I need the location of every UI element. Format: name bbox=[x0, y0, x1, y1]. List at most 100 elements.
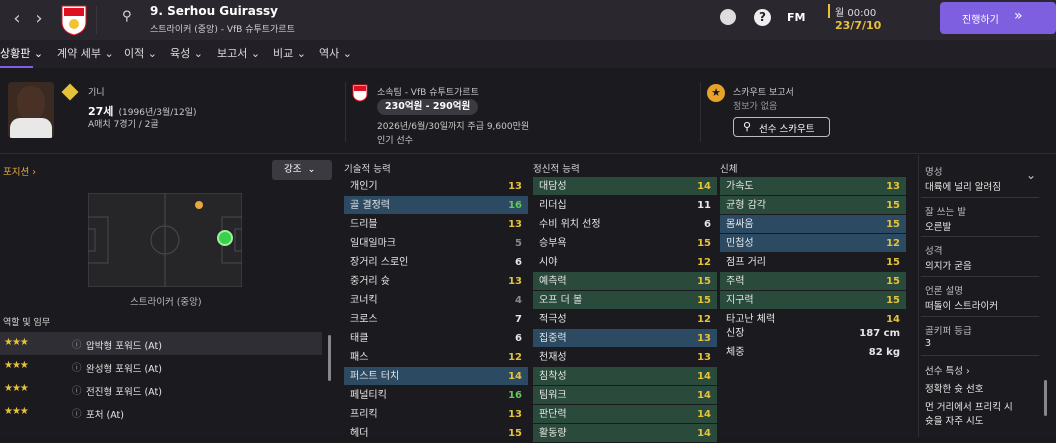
tab-transfer[interactable]: 이적 ⌄ bbox=[124, 40, 157, 68]
continue-label: 진행하기 bbox=[962, 15, 999, 26]
attribute-name: 태클 bbox=[350, 333, 369, 344]
attribute-value: 6 bbox=[704, 219, 711, 230]
attribute-row-physical[interactable]: 몸싸움 15 bbox=[720, 215, 906, 233]
search-icon[interactable]: ⚲ bbox=[122, 9, 132, 24]
technical-title: 기술적 능력 bbox=[344, 164, 391, 175]
role-row[interactable]: ★★★ ⓘ 포처 (At) bbox=[0, 401, 322, 424]
attribute-row-mental[interactable]: 시야 12 bbox=[533, 253, 717, 271]
attribute-value: 11 bbox=[697, 200, 711, 211]
attribute-row-mental[interactable]: 침착성 14 bbox=[533, 367, 717, 385]
attribute-name: 집중력 bbox=[539, 333, 567, 344]
chevron-down-icon[interactable]: ⌄ bbox=[1026, 168, 1036, 182]
continue-button[interactable]: 진행하기 » bbox=[940, 2, 1056, 34]
position-section-title[interactable]: 포지션 › bbox=[3, 164, 36, 178]
attribute-name: 오프 더 볼 bbox=[539, 295, 583, 306]
info-icon[interactable]: ⓘ bbox=[72, 383, 82, 397]
attribute-row-mental[interactable]: 예측력 15 bbox=[533, 272, 717, 290]
attribute-row-physical[interactable]: 지구력 15 bbox=[720, 291, 906, 309]
football-icon[interactable] bbox=[720, 9, 736, 25]
attribute-row-physical[interactable]: 점프 거리 15 bbox=[720, 253, 906, 271]
attribute-value: 5 bbox=[515, 238, 522, 249]
attribute-value: 15 bbox=[886, 276, 900, 287]
attribute-row-technical[interactable]: 패스 12 bbox=[344, 348, 528, 366]
attribute-row-mental[interactable]: 적극성 12 bbox=[533, 310, 717, 328]
attribute-row-physical[interactable]: 균형 감각 15 bbox=[720, 196, 906, 214]
attribute-name: 팀워크 bbox=[539, 390, 567, 401]
tab-compare[interactable]: 비교 ⌄ bbox=[273, 40, 306, 68]
attribute-value: 15 bbox=[697, 276, 711, 287]
tab-reports[interactable]: 보고서 ⌄ bbox=[217, 40, 260, 68]
attribute-row-technical[interactable]: 골 결정력 16 bbox=[344, 196, 528, 214]
fm-menu-button[interactable]: FM bbox=[787, 11, 805, 24]
player-subtitle: 스트라이커 (중앙) - VfB 슈투트가르트 bbox=[150, 25, 295, 35]
info-icon[interactable]: ⓘ bbox=[72, 360, 82, 374]
traits-label[interactable]: 선수 특성 › bbox=[925, 363, 970, 377]
attribute-row-mental[interactable]: 천재성 13 bbox=[533, 348, 717, 366]
attribute-row-mental[interactable]: 승부욕 15 bbox=[533, 234, 717, 252]
game-date: 23/7/10 bbox=[835, 19, 882, 32]
attribute-name: 대담성 bbox=[539, 181, 567, 192]
attribute-value: 13 bbox=[508, 409, 522, 420]
attribute-row-technical[interactable]: 태클 6 bbox=[344, 329, 528, 347]
attribute-row-technical[interactable]: 개인기 13 bbox=[344, 177, 528, 195]
help-icon[interactable]: ? bbox=[754, 9, 771, 26]
info-icon[interactable]: ⓘ bbox=[72, 406, 82, 420]
attribute-value: 15 bbox=[886, 200, 900, 211]
role-row[interactable]: ★★★ ⓘ 완성형 포워드 (At) bbox=[0, 355, 322, 378]
reputation-value: 대륙에 널리 알려짐 bbox=[925, 182, 1001, 193]
attribute-row-technical[interactable]: 중거리 슛 13 bbox=[344, 272, 528, 290]
attribute-value: 13 bbox=[697, 352, 711, 363]
attribute-row-technical[interactable]: 프리킥 13 bbox=[344, 405, 528, 423]
role-row[interactable]: ★★★ ⓘ 전진형 포워드 (At) bbox=[0, 378, 322, 401]
attribute-row-technical[interactable]: 장거리 스로인 6 bbox=[344, 253, 528, 271]
forward-arrow-icon[interactable]: › bbox=[26, 6, 52, 32]
club-crest-icon bbox=[60, 4, 88, 36]
role-row[interactable]: ★★★ ⓘ 압박형 포워드 (At) bbox=[0, 332, 322, 355]
scout-player-button[interactable]: ⚲ 선수 스카우트 bbox=[733, 117, 830, 137]
emphasis-dropdown[interactable]: 강조 ⌄ bbox=[272, 160, 332, 180]
attribute-row-physical[interactable]: 가속도 13 bbox=[720, 177, 906, 195]
left-panel: 포지션 › 강조 ⌄ 스트라이커 (중앙) 역할 및 임무 ★★★ ⓘ 압박형 … bbox=[0, 155, 338, 437]
tab-history[interactable]: 역사 ⌄ bbox=[319, 40, 352, 68]
attribute-row-technical[interactable]: 코너킥 4 bbox=[344, 291, 528, 309]
attribute-row-technical[interactable]: 드리블 13 bbox=[344, 215, 528, 233]
attribute-row-mental[interactable]: 오프 더 볼 15 bbox=[533, 291, 717, 309]
attribute-value: 6 bbox=[515, 257, 522, 268]
tab-overview[interactable]: 상황판 ⌄ bbox=[0, 40, 43, 68]
attribute-row-technical[interactable]: 일대일마크 5 bbox=[344, 234, 528, 252]
attribute-value: 12 bbox=[508, 352, 522, 363]
pitch-diagram bbox=[88, 193, 242, 287]
attribute-row-technical[interactable]: 퍼스트 터치 14 bbox=[344, 367, 528, 385]
attribute-value: 14 bbox=[697, 181, 711, 192]
attribute-row-technical[interactable]: 헤더 15 bbox=[344, 424, 528, 442]
role-name: 완성형 포워드 (At) bbox=[86, 364, 162, 375]
tab-development[interactable]: 육성 ⌄ bbox=[170, 40, 203, 68]
attribute-row-mental[interactable]: 수비 위치 선정 6 bbox=[533, 215, 717, 233]
attribute-row-mental[interactable]: 집중력 13 bbox=[533, 329, 717, 347]
attribute-row-mental[interactable]: 활동량 14 bbox=[533, 424, 717, 442]
gk-rating-value: 3 bbox=[925, 338, 932, 349]
traits-scrollbar[interactable] bbox=[1044, 380, 1047, 416]
attribute-row-mental[interactable]: 대담성 14 bbox=[533, 177, 717, 195]
attribute-name: 지구력 bbox=[726, 295, 754, 306]
attribute-name: 드리블 bbox=[350, 219, 378, 230]
attribute-row-mental[interactable]: 팀워크 14 bbox=[533, 386, 717, 404]
roles-scrollbar[interactable] bbox=[328, 335, 331, 381]
attribute-name: 천재성 bbox=[539, 352, 567, 363]
attribute-row-physical[interactable]: 주력 15 bbox=[720, 272, 906, 290]
attribute-row-technical[interactable]: 페널티킥 16 bbox=[344, 386, 528, 404]
attribute-row-physical[interactable]: 민첩성 12 bbox=[720, 234, 906, 252]
player-header: 기니 27세 (1996년/3월/12일) A매치 7경기 / 2골 소속팀 -… bbox=[0, 68, 1056, 154]
gk-rating-label: 골키퍼 등급 bbox=[925, 326, 972, 337]
attribute-value: 13 bbox=[886, 181, 900, 192]
info-icon[interactable]: ⓘ bbox=[72, 337, 82, 351]
tab-contract[interactable]: 계약 세부 ⌄ bbox=[57, 40, 114, 68]
attribute-name: 일대일마크 bbox=[350, 238, 396, 249]
roles-title: 역할 및 임무 bbox=[3, 318, 51, 328]
attribute-value: 4 bbox=[515, 295, 522, 306]
attribute-row-technical[interactable]: 크로스 7 bbox=[344, 310, 528, 328]
attribute-row-mental[interactable]: 판단력 14 bbox=[533, 405, 717, 423]
weight-label: 체중 bbox=[726, 347, 745, 358]
reputation-label: 명성 bbox=[925, 167, 943, 178]
attribute-row-mental[interactable]: 리더십 11 bbox=[533, 196, 717, 214]
